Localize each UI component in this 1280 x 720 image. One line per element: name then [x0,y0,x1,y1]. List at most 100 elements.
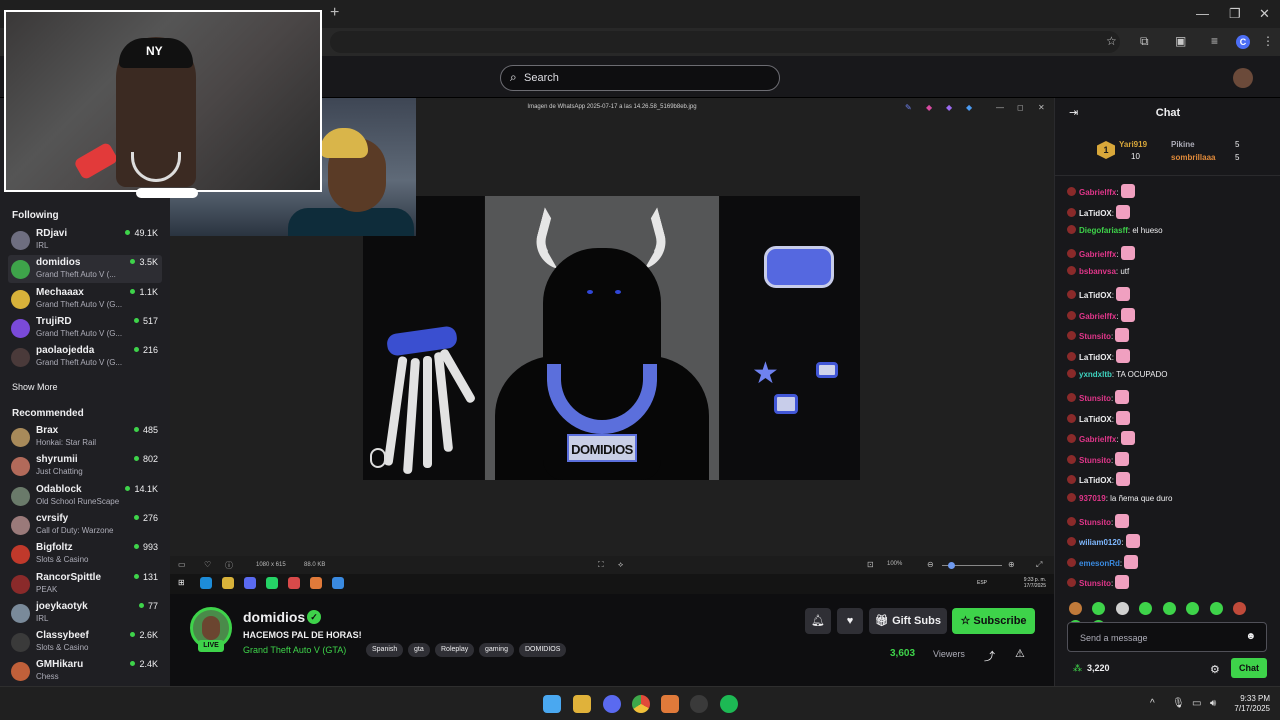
chat-username[interactable]: Stunsito [1079,518,1111,527]
chat-username[interactable]: LaTidOX [1079,353,1112,362]
file-explorer-icon[interactable] [573,695,591,713]
sidebar-channel-domidios[interactable]: domidios Grand Theft Auto V (... 3.5K [8,255,162,284]
viewer-share-icon[interactable]: ◆ [926,103,932,112]
emote-icon[interactable] [1186,602,1200,615]
info-icon[interactable]: ⓘ [225,560,233,571]
microphone-tray-icon[interactable]: 🎙︎ [1172,698,1185,709]
new-tab-button[interactable]: + [330,4,339,22]
chat-username[interactable]: Stunsito [1079,579,1111,588]
zoom-in-icon[interactable]: ⊕ [1008,560,1015,569]
leaderboard-first-name[interactable]: Yari919 [1119,140,1147,149]
show-more-link[interactable]: Show More [12,382,58,392]
emote-icon[interactable] [1162,602,1176,615]
channel-points-icon[interactable]: ⁂ [1073,663,1082,674]
chat-username[interactable]: 937019 [1079,494,1106,503]
leaderboard-second-name[interactable]: Pikine [1171,140,1195,149]
chat-username[interactable]: Gabrielffx [1079,312,1116,321]
notification-bell-button[interactable]: 🔔︎ [805,608,831,634]
stream-tag[interactable]: DOMIDIOS [519,643,567,657]
emote-icon[interactable] [1115,602,1129,615]
chat-settings-gear-icon[interactable]: ⚙ [1210,663,1220,676]
volume-icon[interactable]: 🔊︎ [1210,698,1216,709]
viewer-copilot-icon[interactable]: ◆ [946,103,952,112]
streamer-name[interactable]: domidios [243,609,305,625]
minimize-icon[interactable]: — [1196,6,1209,21]
overlay-resize-handle[interactable] [136,188,198,198]
filmstrip-icon[interactable]: ▭ [178,560,186,569]
stream-tag[interactable]: gaming [479,643,514,657]
stream-tag[interactable]: Spanish [366,643,404,657]
emote-icon[interactable] [1139,602,1153,615]
sidebar-channel-odablock[interactable]: Odablock Old School RuneScape 14.1K [8,482,162,510]
sidebar-channel-brax[interactable]: Brax Honkai: Star Rail 485 [8,423,162,451]
windows-start-icon[interactable] [543,695,561,713]
url-field[interactable] [330,31,1120,53]
chat-username[interactable]: Gabrielffx [1079,250,1116,259]
search-input[interactable]: ⌕ Search [500,65,780,91]
sidebar-channel-paolaojedda[interactable]: paolaojedda Grand Theft Auto V (G... 216 [8,343,162,371]
chat-username[interactable]: emesonRd [1079,559,1120,568]
app-icon[interactable] [661,695,679,713]
tray-chevron-icon[interactable]: ^ [1150,698,1155,709]
leaderboard-third-name[interactable]: sombrillaaa [1171,153,1215,162]
chat-username[interactable]: wiliam0120 [1079,538,1121,547]
chat-username[interactable]: Stunsito [1079,332,1111,341]
viewer-close-icon[interactable]: ✕ [1038,103,1045,112]
sidebar-channel-mechaaax[interactable]: Mechaaax Grand Theft Auto V (G... 1.1K [8,285,162,313]
favorite-icon[interactable]: ♡ [204,560,211,569]
edit-tool-icon[interactable]: ⟡ [618,560,623,570]
discord-icon[interactable] [603,695,621,713]
chrome-icon[interactable] [632,695,650,713]
chat-username[interactable]: Gabrielffx [1079,435,1116,444]
spotify-icon[interactable] [720,695,738,713]
sidebar-channel-cvrsify[interactable]: cvrsify Call of Duty: Warzone 276 [8,511,162,539]
media-controls-icon[interactable]: ≡ [1211,34,1218,48]
user-avatar[interactable] [1233,68,1253,88]
report-warning-icon[interactable]: ⚠ [1015,647,1025,660]
system-clock[interactable]: 9:33 PM 7/17/2025 [1230,694,1270,714]
follow-heart-button[interactable]: ♥ [837,608,863,634]
chat-username[interactable]: LaTidOX [1079,476,1112,485]
obs-icon[interactable] [690,695,708,713]
stream-category-link[interactable]: Grand Theft Auto V (GTA) [243,645,346,655]
sidebar-channel-bigfoltz[interactable]: Bigfoltz Slots & Casino 993 [8,540,162,568]
chat-username[interactable]: LaTidOX [1079,209,1112,218]
zoom-out-icon[interactable]: ⊖ [927,560,934,569]
gift-subs-button[interactable]: 🎁︎ Gift Subs [869,608,947,634]
emote-icon[interactable] [1209,602,1223,615]
channel-points[interactable]: 3,220 [1087,663,1110,673]
tab-search-icon[interactable]: ▣ [1175,34,1186,48]
sidebar-channel-classybeef[interactable]: Classybeef Slots & Casino 2.6K [8,628,162,656]
maximize-icon[interactable]: ❐ [1229,6,1241,22]
chat-username[interactable]: Diegofariasff [1079,226,1128,235]
viewer-maximize-icon[interactable]: ◻ [1017,103,1024,112]
kebab-menu-icon[interactable]: ⋮ [1262,34,1274,48]
stream-tag[interactable]: Roleplay [435,643,475,657]
fit-screen-icon[interactable]: ⛶ [598,560,604,570]
actual-size-icon[interactable]: ⊡ [867,560,874,569]
profile-avatar-icon[interactable]: C [1236,35,1250,49]
viewer-edit-icon[interactable]: ✎ [905,103,912,112]
extensions-icon[interactable]: ⧉ [1140,34,1149,49]
chat-username[interactable]: bsbanvsa [1079,267,1116,276]
chat-message-input[interactable]: Send a message ☻ [1067,622,1267,652]
network-icon[interactable]: ▭ [1192,698,1201,709]
subscribe-button[interactable]: ☆ Subscribe [952,608,1035,634]
sidebar-channel-shyrumii[interactable]: shyrumii Just Chatting 802 [8,452,162,480]
chat-username[interactable]: LaTidOX [1079,415,1112,424]
share-icon[interactable]: ⤴ [984,648,995,664]
sidebar-channel-trujird[interactable]: TrujiRD Grand Theft Auto V (G... 517 [8,314,162,342]
stream-tag[interactable]: gta [408,643,430,657]
sidebar-channel-joeykaotyk[interactable]: joeykaotyk IRL 77 [8,599,162,627]
chat-username[interactable]: yxndxltb [1079,370,1112,379]
viewer-minimize-icon[interactable]: — [996,103,1004,112]
viewer-more-icon[interactable]: ◆ [966,103,972,112]
close-icon[interactable]: ✕ [1259,6,1270,22]
emoji-picker-icon[interactable]: ☻ [1245,631,1256,642]
zoom-level[interactable]: 100% [887,561,902,567]
emote-icon[interactable] [1092,602,1106,615]
sidebar-channel-rdjavi[interactable]: RDjavi IRL 49.1K [8,226,162,254]
sidebar-channel-gmhikaru[interactable]: GMHikaru Chess 2.4K [8,657,162,685]
sidebar-channel-rancorspittle[interactable]: RancorSpittle PEAK 131 [8,570,162,598]
chat-username[interactable]: Stunsito [1079,394,1111,403]
